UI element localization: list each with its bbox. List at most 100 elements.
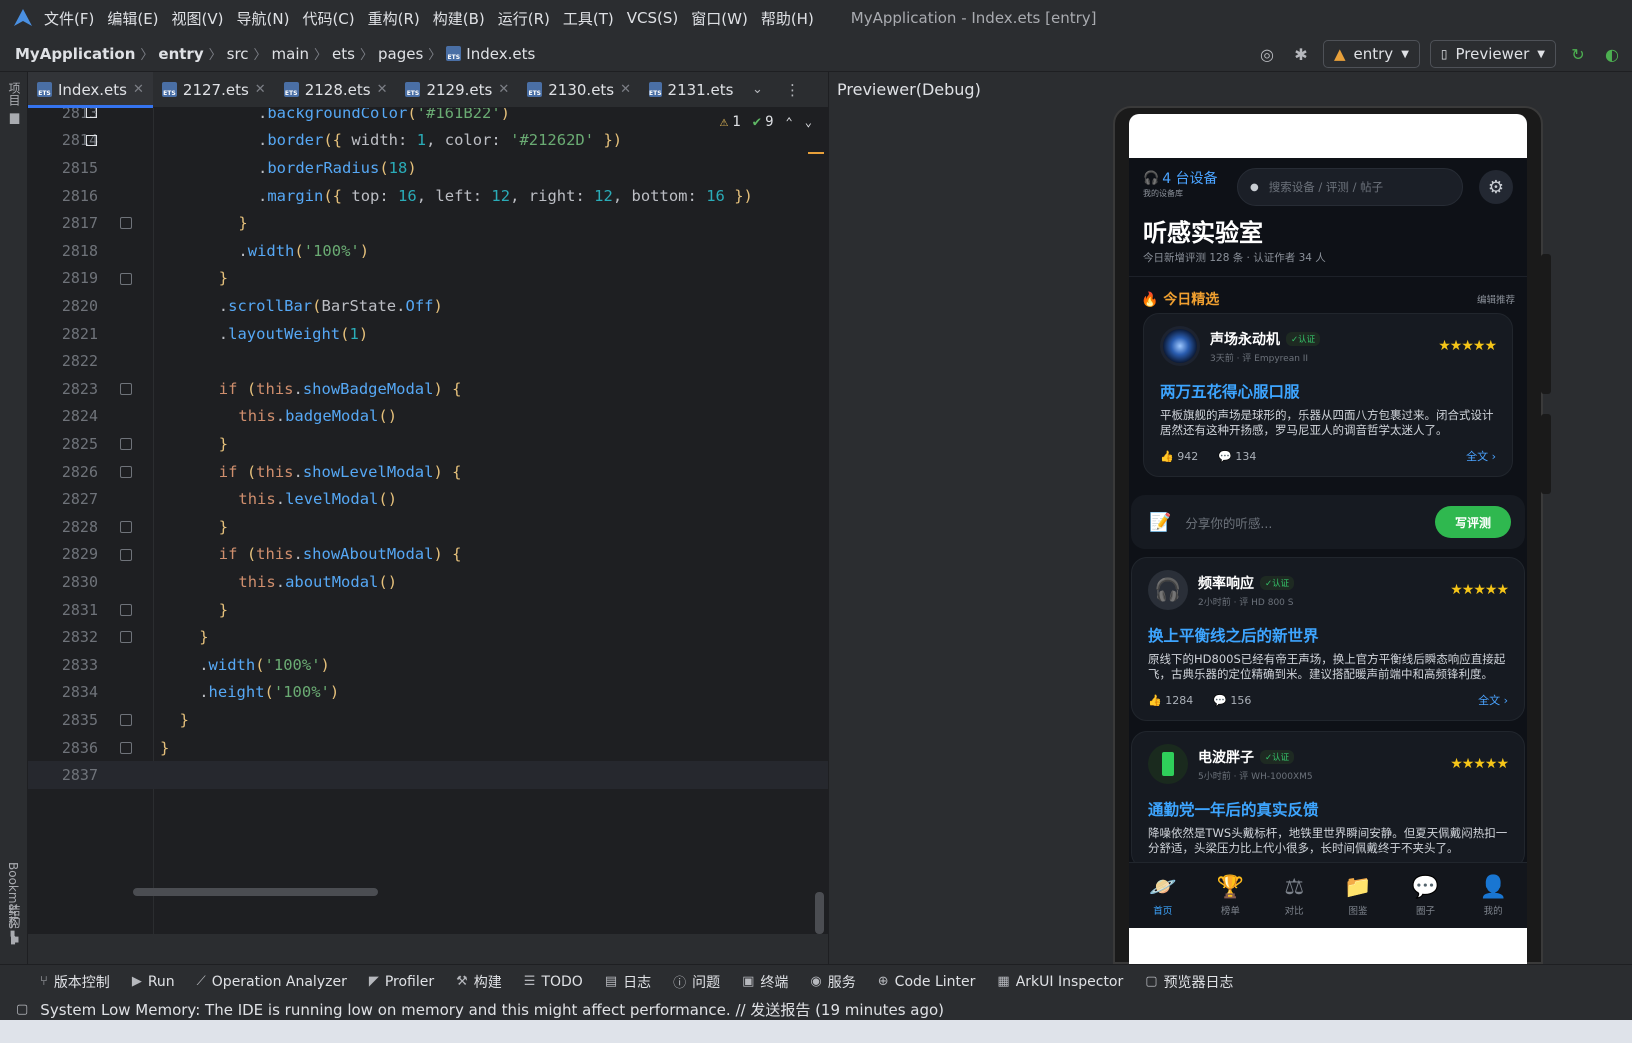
tab-2127-ets[interactable]: ETS 2127.ets ✕ — [153, 72, 275, 108]
fold-marker-icon[interactable] — [120, 272, 132, 285]
code-editor[interactable]: 2813 .backgroundColor('#161B22') 2814 .bord… — [28, 108, 828, 934]
breadcrumb-project[interactable]: MyApplication — [15, 45, 135, 63]
read-more-link[interactable]: 全文 › — [1478, 692, 1508, 708]
tool-problems[interactable]: ⓘ 问题 — [673, 972, 720, 992]
status-message[interactable]: System Low Memory: The IDE is running lo… — [40, 999, 944, 1020]
nav-ranking[interactable]: 🏆 榜单 — [1217, 875, 1244, 917]
nav-community[interactable]: 💬 圈子 — [1412, 875, 1439, 917]
fold-marker-icon[interactable] — [120, 603, 132, 616]
code-line[interactable]: 2817} — [28, 209, 828, 237]
code-line[interactable]: 2819} — [28, 265, 828, 293]
comment-button[interactable]: 💬 156 — [1213, 694, 1251, 707]
code-line[interactable]: 2820 .scrollBar(BarState.Off) — [28, 292, 828, 320]
chevron-up-icon[interactable]: ⌃ — [786, 115, 793, 129]
code-line[interactable]: 2822 — [28, 347, 828, 375]
close-icon[interactable]: ✕ — [498, 82, 509, 97]
tool-run[interactable]: ▶ Run — [132, 974, 175, 990]
tool-services[interactable]: ◉ 服务 — [810, 972, 855, 992]
tool-build[interactable]: ⚒ 构建 — [456, 972, 502, 992]
author-name[interactable]: 声场永动机 — [1210, 329, 1280, 349]
bug-icon[interactable]: ✱ — [1289, 42, 1313, 66]
code-line[interactable]: 2816 .margin({ top: 16, left: 12, right: … — [28, 182, 828, 210]
author-name[interactable]: 频率响应 — [1198, 573, 1254, 593]
breadcrumb-src[interactable]: src — [227, 45, 249, 63]
module-select[interactable]: ▲ entry ▼ — [1322, 40, 1420, 68]
code-line[interactable]: 2831} — [28, 596, 828, 624]
status-toggle-icon[interactable]: ▢ — [16, 1002, 28, 1017]
code-line[interactable]: 2834 .height('100%') — [28, 679, 828, 707]
featured-card[interactable]: 声场永动机 ✓认证 3天前 · 评 Empyrean II ★★★★★ 两万五花… — [1143, 313, 1513, 477]
menu-run[interactable]: 运行(R) — [498, 8, 550, 29]
horizontal-scrollbar[interactable] — [133, 888, 378, 896]
debug-icon[interactable]: ◐ — [1600, 42, 1624, 66]
tab-2128-ets[interactable]: ETS 2128.ets ✕ — [275, 72, 397, 108]
fold-marker-icon[interactable] — [120, 383, 132, 395]
structure-tool-button[interactable]: 结构 ▚ — [6, 904, 23, 943]
post-card[interactable]: 🎧 频率响应 ✓认证 2小时前 · 评 HD 800 S ★★★★★ 换上平衡线… — [1131, 557, 1525, 721]
tool-code-linter[interactable]: ⊕ Code Linter — [878, 974, 976, 990]
close-icon[interactable]: ✕ — [255, 82, 266, 97]
project-tool-button[interactable]: 项目 ▆ — [6, 82, 23, 124]
code-line[interactable]: 2825} — [28, 430, 828, 458]
menu-help[interactable]: 帮助(H) — [761, 8, 814, 29]
post-card[interactable]: 电波胖子 ✓认证 5小时前 · 评 WH-1000XM5 ★★★★★ 通勤党一年… — [1131, 731, 1525, 869]
nav-catalog[interactable]: 📁 图鉴 — [1344, 875, 1371, 917]
menu-refactor[interactable]: 重构(R) — [368, 8, 420, 29]
code-line[interactable]: 2837 — [28, 761, 828, 789]
tool-version-control[interactable]: ⑂ 版本控制 — [40, 972, 110, 992]
tool-profiler[interactable]: ◤ Profiler — [369, 974, 434, 990]
author-name[interactable]: 电波胖子 — [1198, 747, 1254, 767]
menu-file[interactable]: 文件(F) — [44, 8, 94, 29]
code-line[interactable]: 2826 if (this.showLevelModal) { — [28, 458, 828, 486]
fold-marker-icon[interactable] — [120, 521, 132, 533]
fold-marker-icon[interactable] — [120, 741, 132, 754]
menu-window[interactable]: 窗口(W) — [691, 8, 748, 29]
breakpoint-box-icon[interactable] — [86, 134, 97, 146]
breakpoint-box-icon[interactable] — [86, 108, 97, 118]
fold-marker-icon[interactable] — [120, 631, 132, 644]
vertical-scrollbar[interactable] — [815, 892, 824, 934]
tool-arkui-inspector[interactable]: ▦ ArkUI Inspector — [997, 974, 1123, 990]
like-button[interactable]: 👍 942 — [1160, 450, 1198, 463]
code-line[interactable]: 2813 .backgroundColor('#161B22') — [28, 108, 828, 127]
code-line[interactable]: 2821 .layoutWeight(1) — [28, 320, 828, 348]
nav-home[interactable]: 🪐 首页 — [1149, 875, 1176, 917]
close-icon[interactable]: ✕ — [620, 82, 631, 97]
breadcrumb-file[interactable]: Index.ets — [466, 45, 535, 63]
code-line[interactable]: 2832} — [28, 623, 828, 651]
fold-marker-icon[interactable] — [120, 217, 132, 230]
fold-marker-icon[interactable] — [120, 438, 132, 451]
menu-code[interactable]: 代码(C) — [302, 8, 354, 29]
fold-marker-icon[interactable] — [120, 465, 132, 478]
chevron-down-icon[interactable]: ⌄ — [805, 115, 812, 129]
breadcrumb-main[interactable]: main — [272, 45, 309, 63]
more-options-icon[interactable]: ⋮ — [785, 81, 800, 99]
breadcrumb-module[interactable]: entry — [158, 45, 203, 63]
close-icon[interactable]: ✕ — [133, 82, 144, 97]
breadcrumb-ets[interactable]: ets — [332, 45, 355, 63]
post-title[interactable]: 换上平衡线之后的新世界 — [1148, 624, 1508, 646]
nav-profile[interactable]: 👤 我的 — [1479, 875, 1506, 917]
tab-2129-ets[interactable]: ETS 2129.ets ✕ — [396, 72, 518, 108]
code-line[interactable]: 2836} — [28, 734, 828, 762]
read-more-link[interactable]: 全文 › — [1466, 448, 1496, 464]
menu-tools[interactable]: 工具(T) — [563, 8, 614, 29]
device-select[interactable]: ▯ Previewer ▼ — [1429, 40, 1556, 68]
code-line[interactable]: 2827 this.levelModal() — [28, 485, 828, 513]
menu-view[interactable]: 视图(V) — [172, 8, 224, 29]
code-line[interactable]: 2830 this.aboutModal() — [28, 568, 828, 596]
code-line[interactable]: 2824 this.badgeModal() — [28, 403, 828, 431]
post-title[interactable]: 两万五花得心服口服 — [1160, 380, 1496, 402]
tool-terminal[interactable]: ▣ 终端 — [742, 972, 788, 992]
write-review-button[interactable]: 写评测 — [1435, 506, 1511, 538]
code-line[interactable]: 2815 .borderRadius(18) — [28, 154, 828, 182]
code-line[interactable]: 2818 .width('100%') — [28, 237, 828, 265]
menu-vcs[interactable]: VCS(S) — [627, 9, 678, 27]
tool-operation-analyzer[interactable]: ⟋ Operation Analyzer — [197, 974, 347, 990]
target-icon[interactable]: ◎ — [1255, 42, 1279, 66]
comment-button[interactable]: 💬 134 — [1218, 450, 1256, 463]
tool-todo[interactable]: ☰ TODO — [524, 974, 583, 990]
like-button[interactable]: 👍 1284 — [1148, 694, 1193, 707]
tab-list-chevron-icon[interactable]: ⌄ — [752, 82, 763, 97]
menu-build[interactable]: 构建(B) — [433, 8, 485, 29]
